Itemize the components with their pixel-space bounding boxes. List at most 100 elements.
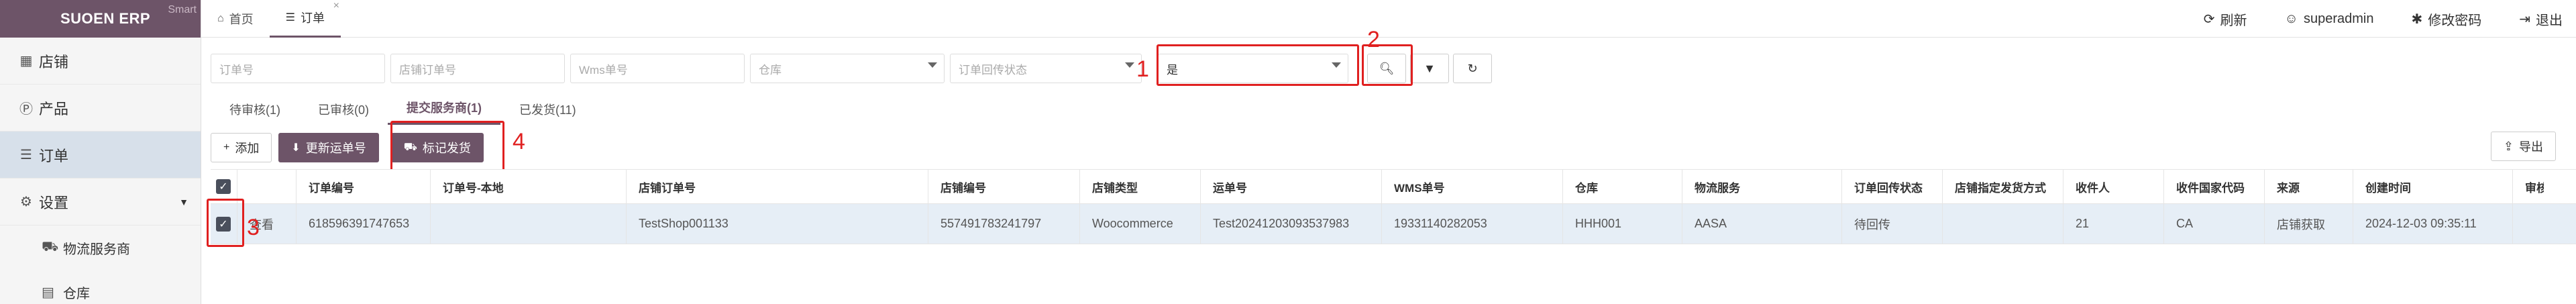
topbar: ⌂ 首页 ☰ 订单 × ⟳ 刷新 ☺ superadmin ✱ 修改密码 ⇥ 退… xyxy=(201,0,2576,38)
filter-button[interactable]: ▼ xyxy=(1410,54,1449,83)
plus-icon: + xyxy=(223,142,230,153)
tab-home[interactable]: ⌂ 首页 xyxy=(201,0,270,38)
product-icon: Ⓟ xyxy=(19,102,33,117)
user-menu[interactable]: ☺ superadmin xyxy=(2285,11,2374,27)
update-tracking-label: 更新运单号 xyxy=(305,142,366,155)
annotation-number-1: 1 xyxy=(1136,56,1149,82)
warehouse-select[interactable]: 仓库 xyxy=(750,54,945,83)
column-header: 来源 xyxy=(2265,170,2353,203)
change-password-button[interactable]: ✱ 修改密码 xyxy=(2411,9,2481,29)
close-icon[interactable]: × xyxy=(333,0,339,12)
logout-button[interactable]: ⇥ 退出 xyxy=(2519,9,2563,29)
tab-label: 订单 xyxy=(301,11,325,25)
tab-shipped[interactable]: 已发货(11) xyxy=(500,101,595,125)
asterisk-icon: ✱ xyxy=(2411,11,2423,27)
export-icon: ⇪ xyxy=(2503,139,2514,153)
tab-reviewed[interactable]: 已审核(0) xyxy=(299,101,388,125)
download-icon: ⬇ xyxy=(291,142,301,154)
table-cell: 店铺获取 xyxy=(2265,204,2353,244)
column-header: 店铺指定发货方式 xyxy=(1943,170,2063,203)
column-header: 店铺订单号 xyxy=(627,170,928,203)
table-cell: 21 xyxy=(2063,204,2164,244)
logout-icon: ⇥ xyxy=(2519,11,2530,27)
table-cell: Test20241203093537983 xyxy=(1201,204,1382,244)
column-header: 创建时间 xyxy=(2353,170,2513,203)
refresh-icon: ⟳ xyxy=(2203,11,2215,27)
column-header: 运单号 xyxy=(1201,170,1382,203)
table-cell xyxy=(431,204,627,244)
annotation-number-2: 2 xyxy=(1367,27,1380,52)
truck-icon: ⛟ xyxy=(42,239,59,254)
table-cell: HHH001 xyxy=(1563,204,1682,244)
table-cell: CA xyxy=(2164,204,2265,244)
orders-table: ✓ 订单编号 订单号-本地 店铺订单号 店铺编号 店铺类型 运单号 WMS单号 … xyxy=(211,169,2576,244)
add-label: 添加 xyxy=(235,142,260,155)
export-label: 导出 xyxy=(2519,140,2543,154)
warehouse-icon: ▤ xyxy=(42,285,54,300)
column-header: 审核 xyxy=(2525,181,2544,195)
list-icon: ☰ xyxy=(285,12,296,23)
update-tracking-button[interactable]: ⬇ 更新运单号 xyxy=(278,133,379,162)
sidebar-item-settings[interactable]: ⚙ 设置 ▼ xyxy=(0,179,201,225)
export-button[interactable]: ⇪ 导出 xyxy=(2490,132,2556,161)
filter-icon: ▼ xyxy=(1424,61,1436,75)
reset-button[interactable]: ↻ xyxy=(1453,54,1492,83)
main-content: 订单号 店铺订单号 Wms单号 仓库 订单回传状态 是 🔍︎ ▼ ↻ 1 2 待… xyxy=(201,27,2576,304)
column-header: 仓库 xyxy=(1563,170,1682,203)
sidebar-subitem-warehouse[interactable]: ▤ 仓库 xyxy=(0,270,201,304)
dropdown-arrow-icon xyxy=(928,62,937,68)
sidebar-subitem-label: 物流服务商 xyxy=(63,242,130,257)
sidebar-item-order[interactable]: ☰ 订单 xyxy=(0,132,201,179)
sidebar-item-store[interactable]: ▦ 店铺 xyxy=(0,38,201,85)
column-header: WMS单号 xyxy=(1382,170,1563,203)
warehouse-placeholder: 仓库 xyxy=(759,63,782,77)
store-order-no-input[interactable]: 店铺订单号 xyxy=(390,54,565,83)
tab-order[interactable]: ☰ 订单 × xyxy=(269,0,341,38)
top-right-menu: ⟳ 刷新 ☺ superadmin ✱ 修改密码 ⇥ 退出 xyxy=(2204,0,2576,38)
return-status-placeholder: 订单回传状态 xyxy=(959,63,1027,77)
sidebar-item-label: 店铺 xyxy=(39,53,69,70)
table-cell: 618596391747653 xyxy=(297,204,431,244)
tab-pending-review[interactable]: 待审核(1) xyxy=(211,101,299,125)
column-header: 店铺类型 xyxy=(1080,170,1201,203)
caret-down-icon: ▼ xyxy=(179,196,189,207)
sidebar-subitem-logistics[interactable]: ⛟ 物流服务商 xyxy=(0,225,201,270)
tab-label: 首页 xyxy=(229,12,254,26)
column-header: 订单编号 xyxy=(297,170,431,203)
checkbox-check-icon: ✓ xyxy=(216,179,231,194)
table-cell xyxy=(1943,204,2063,244)
table-cell: AASA xyxy=(1682,204,1842,244)
column-header: 收件人 xyxy=(2063,170,2164,203)
table-cell: 待回传 xyxy=(1842,204,1943,244)
sidebar-item-product[interactable]: Ⓟ 产品 xyxy=(0,85,201,132)
app-title: SUOEN ERP xyxy=(60,10,151,27)
logout-label: 退出 xyxy=(2536,13,2563,28)
table-cell: 2024-12-03 09:35:11 xyxy=(2353,204,2513,244)
column-header: 物流服务 xyxy=(1682,170,1842,203)
table-cell: 19331140282053 xyxy=(1382,204,1563,244)
table-cell: Woocommerce xyxy=(1080,204,1201,244)
brand-badge: Smart xyxy=(168,4,197,15)
sidebar-subitem-label: 仓库 xyxy=(63,286,90,301)
table-row[interactable]: ✓ 查看 618596391747653 TestShop001133 5574… xyxy=(211,204,2576,244)
add-button[interactable]: + 添加 xyxy=(211,133,272,162)
refresh-label: 刷新 xyxy=(2220,13,2247,28)
sidebar-item-label: 产品 xyxy=(39,100,69,117)
refresh-button[interactable]: ⟳ 刷新 xyxy=(2204,9,2247,29)
annotation-box-1 xyxy=(1157,44,1359,86)
annotation-number-3: 3 xyxy=(247,215,260,240)
wms-no-input[interactable]: Wms单号 xyxy=(570,54,745,83)
store-icon: ▦ xyxy=(19,54,33,68)
dropdown-arrow-icon xyxy=(1125,62,1134,68)
table-header-row: ✓ 订单编号 订单号-本地 店铺订单号 店铺编号 店铺类型 运单号 WMS单号 … xyxy=(211,169,2576,204)
order-list-icon: ☰ xyxy=(20,148,32,162)
gear-icon: ⚙ xyxy=(20,195,32,209)
home-icon: ⌂ xyxy=(217,12,224,24)
return-status-select[interactable]: 订单回传状态 xyxy=(950,54,1142,83)
username-label: superadmin xyxy=(2303,11,2374,26)
table-cell: 557491783241797 xyxy=(928,204,1080,244)
order-no-input[interactable]: 订单号 xyxy=(211,54,385,83)
column-header: 订单回传状态 xyxy=(1842,170,1943,203)
user-icon: ☺ xyxy=(2284,11,2298,26)
sidebar-item-label: 设置 xyxy=(39,194,69,211)
